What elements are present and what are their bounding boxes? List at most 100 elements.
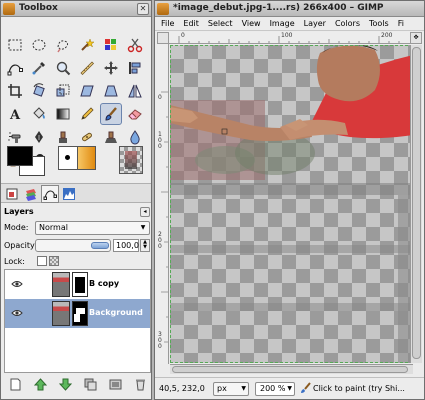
zoom-tool-icon[interactable]: [52, 57, 74, 79]
navigate-icon[interactable]: ✥: [410, 32, 422, 44]
ruler-v-label: 100: [158, 131, 162, 150]
ruler-v-label: 200: [158, 231, 162, 250]
foreground-color-swatch[interactable]: [7, 146, 33, 166]
close-icon[interactable]: ✕: [137, 3, 149, 15]
rect-select-tool-icon[interactable]: [4, 34, 26, 56]
image-canvas[interactable]: [170, 45, 413, 363]
clone-tool-icon[interactable]: [52, 126, 74, 148]
menu-filters[interactable]: Fi: [398, 17, 404, 30]
menu-colors[interactable]: Colors: [335, 17, 360, 30]
canvas-boundary: [170, 45, 413, 363]
mode-label: Mode:: [4, 223, 29, 232]
crop-tool-icon[interactable]: [4, 80, 26, 102]
vertical-scrollbar[interactable]: [410, 45, 422, 363]
lower-layer-icon[interactable]: [57, 376, 73, 392]
brush-preview[interactable]: [58, 146, 96, 170]
anchor-layer-icon[interactable]: [107, 376, 123, 392]
menu-tools[interactable]: Tools: [369, 17, 389, 30]
lock-alpha-checkbox[interactable]: [49, 256, 59, 266]
vertical-scrollbar-thumb[interactable]: [412, 47, 421, 359]
zoom-select[interactable]: 200 % ▼: [255, 382, 295, 396]
toolbox-titlebar[interactable]: Toolbox ✕: [1, 1, 151, 17]
horizontal-ruler[interactable]: 0 100 200: [169, 32, 412, 44]
paths-tool-icon[interactable]: [4, 57, 26, 79]
heal-tool-icon[interactable]: [76, 126, 98, 148]
opacity-input[interactable]: 100,0: [113, 239, 139, 252]
measure-tool-icon[interactable]: [76, 57, 98, 79]
toolbox-window: Toolbox ✕ A Layers ◂ Mode: Normal ▼ Opac…: [0, 0, 152, 400]
lock-label: Lock:: [4, 257, 25, 266]
airbrush-tool-icon[interactable]: [4, 126, 26, 148]
scissors-tool-icon[interactable]: [124, 34, 146, 56]
status-message: Click to paint (try Shi...: [313, 384, 405, 393]
free-select-tool-icon[interactable]: [52, 34, 74, 56]
opacity-slider-handle[interactable]: [91, 242, 109, 249]
rotate-tool-icon[interactable]: [28, 80, 50, 102]
layer-row-b-copy[interactable]: B copy: [5, 270, 150, 299]
menu-select[interactable]: Select: [208, 17, 233, 30]
scale-tool-icon[interactable]: [52, 80, 74, 102]
flip-tool-icon[interactable]: [124, 80, 146, 102]
horizontal-scrollbar-thumb[interactable]: [172, 366, 408, 373]
fg-bg-colors[interactable]: [7, 146, 47, 178]
menu-bar: File Edit Select View Image Layer Colors…: [155, 17, 424, 31]
opacity-label: Opacity: [4, 241, 35, 250]
histogram-tab-icon[interactable]: [60, 185, 78, 203]
eye-icon[interactable]: [11, 280, 23, 288]
menu-view[interactable]: View: [242, 17, 261, 30]
opacity-spinner[interactable]: ▲ ▼: [140, 239, 150, 252]
raise-layer-icon[interactable]: [32, 376, 48, 392]
menu-image[interactable]: Image: [270, 17, 295, 30]
ellipse-select-tool-icon[interactable]: [28, 34, 50, 56]
layer-thumbnail: [52, 301, 70, 326]
layer-name: B copy: [89, 279, 120, 288]
align-tool-icon[interactable]: [124, 57, 146, 79]
gimp-icon: [3, 3, 15, 15]
layer-mask-thumbnail: [72, 301, 88, 326]
move-tool-icon[interactable]: [100, 57, 122, 79]
layers-tab-icon[interactable]: [3, 185, 21, 203]
delete-layer-icon[interactable]: [132, 376, 148, 392]
mode-value: Normal: [39, 223, 68, 232]
blend-tool-icon[interactable]: [52, 103, 74, 125]
ruler-h-label: 100: [281, 32, 293, 39]
pattern-preview[interactable]: [119, 146, 143, 174]
menu-edit[interactable]: Edit: [183, 17, 199, 30]
chevron-down-icon: ▼: [241, 385, 246, 392]
horizontal-scrollbar[interactable]: [170, 364, 413, 374]
layer-buttons: [4, 376, 151, 392]
bucket-fill-tool-icon[interactable]: [28, 103, 50, 125]
paths-tab-icon[interactable]: [41, 185, 59, 203]
duplicate-layer-icon[interactable]: [82, 376, 98, 392]
mode-select[interactable]: Normal ▼: [35, 221, 150, 235]
pencil-tool-icon[interactable]: [76, 103, 98, 125]
panel-menu-icon[interactable]: ◂: [140, 207, 150, 217]
menu-file[interactable]: File: [161, 17, 174, 30]
new-layer-icon[interactable]: [7, 376, 23, 392]
image-window: *image_debut.jpg-1....rs) 266x400 – GIMP…: [154, 0, 425, 400]
quick-mask-corner-icon[interactable]: [157, 32, 169, 44]
opacity-slider[interactable]: [35, 239, 111, 252]
perspective-tool-icon[interactable]: [100, 80, 122, 102]
status-bar: 40,5, 232,0 px ▼ 200 % ▼ Click to paint …: [155, 377, 424, 399]
menu-layer[interactable]: Layer: [304, 17, 326, 30]
layer-row-background[interactable]: Background: [5, 299, 150, 328]
eraser-tool-icon[interactable]: [124, 103, 146, 125]
gimp-icon: [157, 3, 169, 15]
eye-icon[interactable]: [11, 309, 23, 317]
paintbrush-tool-icon[interactable]: [100, 103, 122, 125]
vertical-ruler[interactable]: 0 100 200 300: [157, 44, 169, 364]
channels-tab-icon[interactable]: [22, 185, 40, 203]
ink-tool-icon[interactable]: [28, 126, 50, 148]
layer-list: B copy Background: [4, 269, 151, 373]
image-titlebar[interactable]: *image_debut.jpg-1....rs) 266x400 – GIMP: [155, 1, 424, 17]
color-picker-tool-icon[interactable]: [28, 57, 50, 79]
shear-tool-icon[interactable]: [76, 80, 98, 102]
color-select-tool-icon[interactable]: [100, 34, 122, 56]
lock-pixels-checkbox[interactable]: [37, 256, 47, 266]
blur-tool-icon[interactable]: [124, 126, 146, 148]
text-tool-icon[interactable]: A: [4, 103, 26, 125]
perspective-clone-tool-icon[interactable]: [100, 126, 122, 148]
fuzzy-select-tool-icon[interactable]: [76, 34, 98, 56]
unit-select[interactable]: px ▼: [213, 382, 249, 396]
